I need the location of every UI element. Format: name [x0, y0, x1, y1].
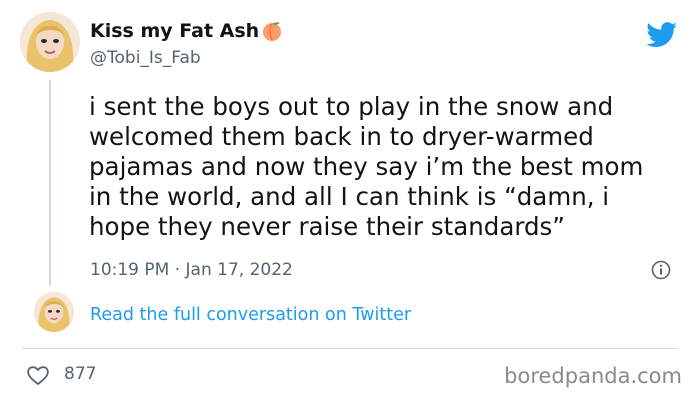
info-icon[interactable] [651, 260, 671, 280]
display-name-row[interactable]: Kiss my Fat Ash [90, 20, 283, 42]
divider [22, 348, 678, 349]
user-handle[interactable]: @Tobi_Is_Fab [90, 48, 201, 68]
like-count[interactable]: 877 [64, 364, 96, 384]
avatar-image [34, 292, 74, 332]
watermark: boredpanda.com [504, 364, 682, 388]
twitter-bird-icon[interactable] [646, 22, 678, 48]
avatar[interactable] [20, 12, 80, 72]
heart-icon[interactable] [26, 364, 50, 386]
peach-emoji-icon [261, 20, 283, 42]
avatar-image [20, 12, 80, 72]
display-name[interactable]: Kiss my Fat Ash [90, 20, 259, 42]
read-full-conversation-link[interactable]: Read the full conversation on Twitter [90, 305, 411, 325]
thread-connector-line [49, 80, 51, 286]
tweet-text: i sent the boys out to play in the snow … [89, 92, 644, 241]
tweet-timestamp[interactable]: 10:19 PM · Jan 17, 2022 [90, 260, 293, 280]
reply-avatar[interactable] [34, 292, 74, 332]
